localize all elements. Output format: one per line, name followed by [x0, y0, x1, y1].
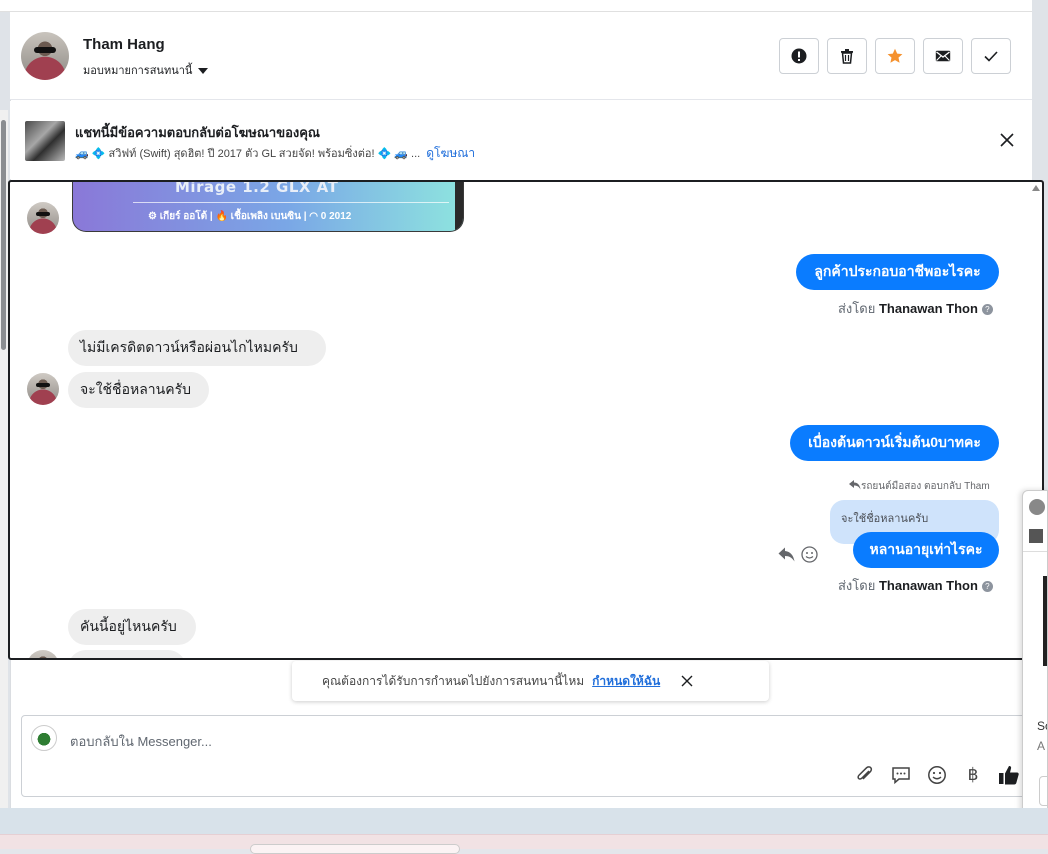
help-icon[interactable]: ?: [981, 304, 993, 315]
car-ad-card[interactable]: Mirage 1.2 GLX AT ⚙ เกียร์ ออโต้ | 🔥 เชื…: [72, 180, 464, 232]
assign-label: มอบหมายการสนทนานี้: [83, 65, 193, 77]
star-icon: [887, 48, 903, 63]
conversation-header: Tham Hang มอบหมายการสนทนานี้: [10, 12, 1032, 100]
incoming-message[interactable]: จะใช้ชื่อหลานครับ: [68, 372, 209, 408]
star-button[interactable]: [875, 38, 915, 74]
reply-icon[interactable]: [778, 547, 795, 562]
ad-thumbnail[interactable]: [25, 121, 65, 161]
top-strip: [0, 0, 1032, 12]
ad-reply-banner: แชทนี้มีข้อความตอบกลับต่อโฆษณาของคุณ 🚙 💠…: [10, 101, 1032, 179]
baht-icon[interactable]: ฿: [962, 764, 984, 786]
trash-icon: [841, 49, 853, 64]
ad-text-content: 🚙 💠 สวิฟท์ (Swift) สุดฮิต! ปี 2017 ตัว G…: [75, 148, 421, 160]
reply-meta: รถยนต์มือสอง ตอบกลับ Tham: [849, 479, 990, 494]
side-popup-panel[interactable]: So A: [1022, 490, 1048, 822]
card-frame: [455, 182, 463, 231]
sender-name: Thanawan Thon: [878, 578, 978, 593]
composer-tools: ฿: [854, 764, 1020, 786]
message-thread[interactable]: Mirage 1.2 GLX AT ⚙ เกียร์ ออโต้ | 🔥 เชื…: [8, 180, 1044, 660]
outgoing-message[interactable]: ลูกค้าประกอบอาชีพอะไรคะ: [796, 254, 999, 290]
assign-to-me-link[interactable]: กำหนดให้ฉัน: [592, 672, 660, 691]
car-specs: ⚙ เกียร์ ออโต้ | 🔥 เชื้อเพลิง เบนซิน | ◠…: [148, 211, 352, 222]
taskbar: [0, 834, 1048, 854]
page-scrollbar-thumb[interactable]: [1, 120, 6, 350]
inbox-page: Tham Hang มอบหมายการสนทนานี้ แชทนี้มีข้อ: [0, 0, 1048, 854]
outgoing-message[interactable]: หลานอายุเท่าไรคะ: [853, 532, 999, 568]
caret-down-icon: [198, 68, 209, 75]
report-spam-button[interactable]: [779, 38, 819, 74]
page-logo: [31, 725, 57, 751]
side-popup-subtext: A: [1037, 739, 1046, 753]
contact-avatar-small: [27, 202, 59, 234]
scroll-up-arrow-icon[interactable]: [1032, 185, 1040, 191]
delete-button[interactable]: [827, 38, 867, 74]
chat-bubble-icon[interactable]: [890, 764, 912, 786]
bottom-bar: [0, 808, 1048, 834]
thumbs-up-icon[interactable]: [998, 764, 1020, 786]
sent-by-prefix: ส่งโดย: [838, 578, 876, 593]
assign-conversation-dropdown[interactable]: มอบหมายการสนทนานี้: [83, 61, 209, 79]
preview-image: [1043, 576, 1047, 666]
incoming-message[interactable]: ไม่มีเครดิตดาวน์หรือผ่อนไกไหมครับ: [68, 330, 326, 366]
close-icon[interactable]: [997, 130, 1017, 150]
reply-meta-text: รถยนต์มือสอง ตอบกลับ Tham: [861, 481, 990, 492]
emoji-icon[interactable]: [926, 764, 948, 786]
reply-input[interactable]: ตอบกลับใน Messenger...: [70, 731, 212, 752]
mark-done-button[interactable]: [971, 38, 1011, 74]
thumbnail: [1029, 529, 1043, 543]
page-scrollbar[interactable]: [0, 110, 8, 810]
contact-name[interactable]: Tham Hang: [83, 36, 165, 53]
sent-by-label: ส่งโดย Thanawan Thon?: [838, 298, 993, 319]
header-actions: [779, 38, 1011, 74]
incoming-message-partial[interactable]: [68, 650, 186, 658]
contact-avatar[interactable]: [21, 32, 69, 80]
message-actions: [778, 546, 818, 563]
close-icon[interactable]: [680, 674, 694, 688]
side-popup-button[interactable]: [1039, 776, 1047, 806]
sender-name: Thanawan Thon: [878, 301, 978, 316]
envelope-icon: [935, 50, 951, 62]
incoming-message[interactable]: คันนี้อยู่ไหนครับ: [68, 609, 196, 645]
side-popup-text: So: [1037, 719, 1047, 733]
exclamation-icon: [791, 48, 807, 64]
divider: [1023, 551, 1047, 552]
mark-unread-button[interactable]: [923, 38, 963, 74]
avatar: [1029, 499, 1045, 515]
view-ad-link[interactable]: ดูโฆษณา: [426, 146, 475, 160]
assign-suggestion-toast: คุณต้องการได้รับการกำหนดไปยังการสนทนานี้…: [292, 661, 769, 701]
message-composer: ตอบกลับใน Messenger... ฿: [21, 715, 1031, 797]
ad-banner-text: 🚙 💠 สวิฟท์ (Swift) สุดฮิต! ปี 2017 ตัว G…: [75, 144, 475, 163]
taskbar-search[interactable]: [250, 844, 460, 854]
paperclip-icon[interactable]: [854, 764, 876, 786]
contact-avatar-small: [27, 650, 59, 658]
card-divider: [133, 202, 449, 203]
reply-arrow-icon: [849, 480, 861, 490]
ad-banner-title: แชทนี้มีข้อความตอบกลับต่อโฆษณาของคุณ: [75, 125, 320, 140]
sent-by-prefix: ส่งโดย: [838, 301, 876, 316]
help-icon[interactable]: ?: [981, 581, 993, 592]
toast-text: คุณต้องการได้รับการกำหนดไปยังการสนทนานี้…: [322, 673, 585, 688]
emoji-reaction-icon[interactable]: [801, 546, 818, 563]
outgoing-message[interactable]: เบื่องต้นดาวน์เริ่มต้น0บาทคะ: [790, 425, 999, 461]
sent-by-label: ส่งโดย Thanawan Thon?: [838, 575, 993, 596]
contact-avatar-small: [27, 373, 59, 405]
car-model: Mirage 1.2 GLX AT: [175, 180, 339, 196]
check-icon: [984, 51, 998, 62]
